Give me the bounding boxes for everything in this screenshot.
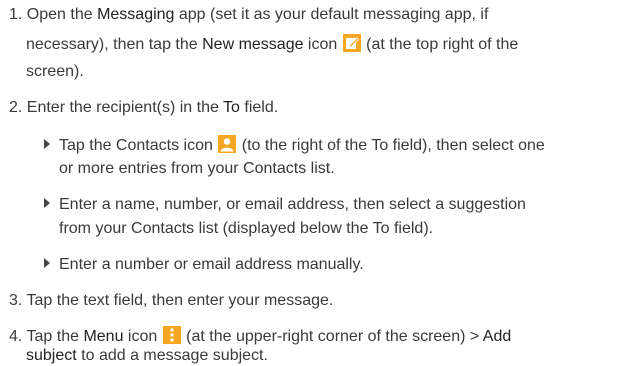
bullet-triangle-icon bbox=[44, 258, 50, 268]
step-4-text: (at the upper-right corner of the screen… bbox=[181, 328, 483, 345]
step-1-text: 1. Open the bbox=[9, 6, 98, 23]
step-1-text: (at the top right of the bbox=[361, 36, 519, 53]
step-4-text: 4. Tap the bbox=[9, 328, 84, 345]
bullet-1-line-2: or more entries from your Contacts list. bbox=[59, 159, 335, 179]
bullet-2-text: from your Contacts list (displayed below… bbox=[59, 220, 434, 237]
bullet-2-line-2: from your Contacts list (displayed below… bbox=[59, 219, 433, 239]
step-3-line-1: 3. Tap the text field, then enter your m… bbox=[9, 291, 333, 311]
bullet-2-text: Enter a name, number, or email address, … bbox=[59, 196, 526, 213]
instruction-document: 1. Open the Messaging app (set it as you… bbox=[0, 0, 624, 365]
step-4-line-1: 4. Tap the Menu icon (at the upper-right… bbox=[9, 326, 511, 347]
bullet-1-text: or more entries from your Contacts list. bbox=[59, 160, 335, 177]
new-message-label: New message bbox=[202, 36, 304, 53]
bullet-triangle-icon bbox=[44, 198, 50, 208]
menu-label: Menu bbox=[83, 328, 124, 345]
step-4-text: icon bbox=[123, 328, 162, 345]
step-1-line-3: screen). bbox=[26, 62, 84, 82]
step-1-line-1: 1. Open the Messaging app (set it as you… bbox=[9, 5, 488, 25]
step-1-text: necessary), then tap the bbox=[26, 36, 203, 53]
step-2-text: 2. Enter the recipient(s) in the bbox=[9, 99, 224, 116]
add-subject-label-cont: subject bbox=[26, 347, 77, 364]
to-field-label: To bbox=[223, 99, 240, 116]
step-2-line-1: 2. Enter the recipient(s) in the To fiel… bbox=[9, 98, 278, 118]
step-1-text-cont: app (set it as your default messaging ap… bbox=[174, 6, 489, 23]
step-2-text: field. bbox=[239, 99, 279, 116]
step-3-text: 3. Tap the text field, then enter your m… bbox=[9, 292, 334, 309]
vertical-dots-menu-icon bbox=[162, 326, 181, 344]
bullet-triangle-icon bbox=[44, 139, 50, 149]
messaging-app-name: Messaging bbox=[97, 6, 175, 23]
add-subject-label: Add bbox=[482, 328, 512, 345]
bullet-2-line-1: Enter a name, number, or email address, … bbox=[44, 195, 526, 215]
compose-icon bbox=[342, 34, 361, 52]
bullet-3-line-1: Enter a number or email address manually… bbox=[44, 255, 364, 275]
step-4-line-2: subject to add a message subject. bbox=[26, 346, 268, 366]
step-4-text: to add a message subject. bbox=[76, 347, 268, 364]
contact-person-icon bbox=[218, 135, 237, 153]
step-1-text: icon bbox=[303, 36, 342, 53]
bullet-1-line-1: Tap the Contacts icon (to the right of t… bbox=[44, 135, 545, 156]
bullet-1-text: Tap the Contacts icon bbox=[59, 137, 218, 154]
bullet-1-text: (to the right of the To field), then sel… bbox=[237, 137, 545, 154]
bullet-3-text: Enter a number or email address manually… bbox=[59, 256, 364, 273]
step-1-line-2: necessary), then tap the New message ico… bbox=[26, 34, 518, 55]
step-1-text: screen). bbox=[26, 63, 84, 80]
